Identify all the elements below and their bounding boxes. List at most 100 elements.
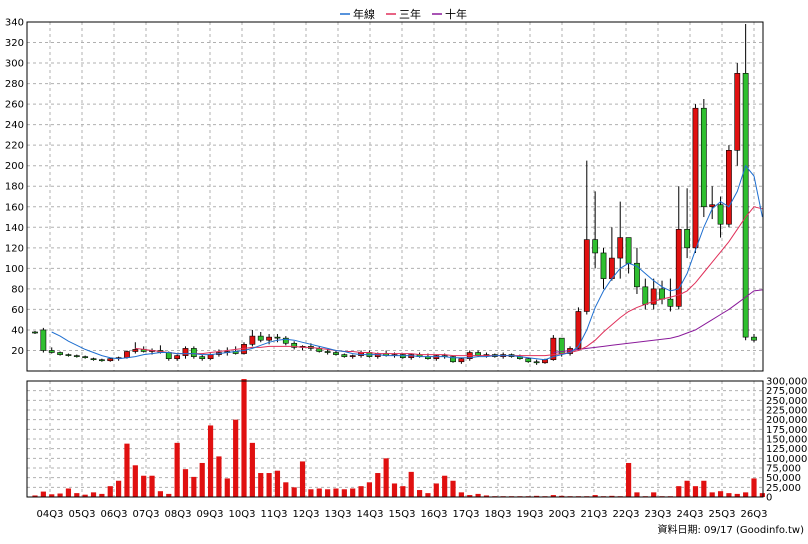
volume-bar — [408, 471, 414, 497]
candlestick — [675, 186, 682, 310]
candlestick — [608, 227, 615, 281]
candle-body — [433, 355, 440, 359]
price-tick-label: 340 — [5, 18, 24, 29]
price-tick-label: 40 — [11, 325, 24, 336]
x-tick-label: 22Q3 — [613, 509, 640, 520]
candlestick — [291, 341, 298, 350]
candlestick — [700, 98, 707, 218]
volume-bar — [458, 492, 464, 497]
volume-bar — [182, 469, 189, 497]
candlestick — [726, 145, 732, 228]
x-tick-label: 12Q3 — [293, 509, 320, 520]
candlestick — [257, 331, 264, 343]
volume-bar — [90, 492, 97, 497]
price-tick-label: 220 — [5, 141, 24, 152]
candlestick — [174, 354, 181, 361]
price-tick-label: 320 — [5, 38, 24, 49]
volume-bar — [717, 491, 724, 497]
candle-body — [207, 354, 214, 359]
volume-tick-label: 25,000 — [766, 483, 801, 494]
legend-item: 年線 — [340, 7, 375, 21]
volume-bar — [149, 475, 155, 497]
candle-body — [642, 286, 649, 305]
volume-bar — [216, 456, 222, 497]
volume-bar — [375, 473, 381, 497]
candle-body — [249, 335, 256, 345]
candlestick — [132, 342, 139, 354]
candlestick — [600, 247, 607, 289]
volume-bar — [341, 489, 347, 497]
volume-bar — [207, 425, 214, 497]
price-grid — [27, 21, 763, 371]
candle-body — [625, 237, 632, 264]
candlestick — [575, 307, 582, 351]
volume-bar — [684, 480, 690, 497]
candle-body — [608, 257, 615, 279]
volume-bar — [450, 480, 456, 497]
x-tick-label: 15Q3 — [389, 509, 416, 520]
legend-item: 十年 — [432, 7, 467, 21]
x-tick-label: 11Q3 — [261, 509, 288, 520]
candle-body — [65, 354, 72, 356]
candle-body — [617, 237, 624, 259]
volume-tick-label: 75,000 — [766, 464, 801, 475]
volume-bar — [157, 491, 163, 497]
candlestick — [734, 63, 741, 166]
candle-body — [667, 298, 674, 307]
candle-body — [107, 358, 114, 362]
volume-bar — [266, 473, 272, 497]
x-tick-label: 25Q3 — [709, 509, 736, 520]
volume-bar — [442, 475, 448, 497]
candle-body — [182, 348, 189, 356]
legend-label: 三年 — [399, 7, 421, 21]
volume-bar — [751, 478, 757, 497]
candlestick — [182, 346, 189, 359]
candlestick — [299, 345, 306, 351]
candle-body — [592, 239, 599, 254]
volume-bar — [726, 493, 732, 497]
plot-frames — [26, 21, 764, 498]
volume-bar — [74, 493, 80, 497]
candle-body — [132, 349, 139, 352]
price-tick-label: 240 — [5, 120, 24, 131]
volume-bar — [709, 492, 715, 497]
candlestick — [458, 357, 465, 364]
volume-bar — [391, 483, 398, 497]
volume-bar — [124, 443, 130, 497]
candle-body — [165, 352, 172, 359]
candlestick — [408, 353, 415, 360]
candle-body — [274, 336, 281, 339]
candlestick — [450, 355, 456, 363]
volume-bar — [416, 490, 423, 497]
volume-bar — [651, 492, 657, 497]
x-tick-label: 18Q3 — [485, 509, 512, 520]
x-tick-label: 24Q3 — [677, 509, 704, 520]
volume-bar — [258, 473, 264, 497]
candlestick — [249, 329, 256, 347]
volume-tick-label: 300,000 — [766, 377, 807, 388]
volume-bar — [759, 493, 765, 497]
candlestick — [692, 104, 699, 253]
volume-bar — [692, 486, 699, 497]
volume-bar — [57, 493, 63, 497]
volume-tick-label: 125,000 — [766, 444, 807, 455]
volume-bar — [241, 379, 247, 497]
candlestick — [684, 188, 691, 259]
candlestick — [667, 278, 674, 312]
volume-bar — [400, 486, 406, 497]
volume-bar — [676, 486, 682, 497]
volume-bar — [141, 475, 147, 497]
candlestick — [583, 160, 590, 315]
candle-body — [48, 350, 55, 353]
x-tick-label: 16Q3 — [421, 509, 448, 520]
x-tick-label: 26Q3 — [741, 509, 768, 520]
candle-body — [98, 359, 105, 362]
candle-body — [533, 361, 540, 364]
candlestick — [190, 346, 197, 359]
price-tick-label: 300 — [5, 59, 24, 70]
candle-body — [700, 107, 707, 208]
volume-bar — [199, 462, 205, 497]
volume-bar — [425, 493, 431, 497]
x-tick-label: 13Q3 — [325, 509, 352, 520]
legend-item: 三年 — [386, 7, 421, 21]
